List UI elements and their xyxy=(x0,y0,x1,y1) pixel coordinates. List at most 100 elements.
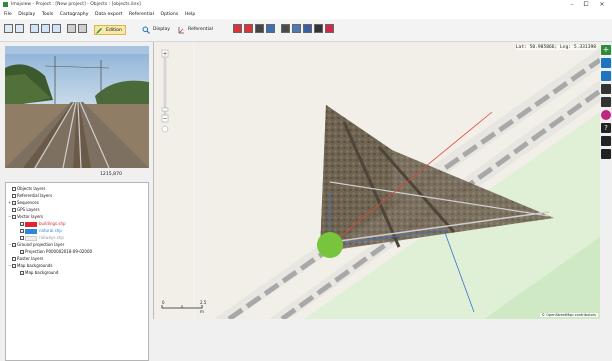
menu-referential[interactable]: Referential xyxy=(129,10,154,19)
grid-view-3-icon[interactable] xyxy=(52,24,61,33)
blue-panel-2-icon[interactable] xyxy=(303,24,312,33)
menu-data-export[interactable]: Data export xyxy=(95,10,122,19)
layer-objects[interactable]: Objects layers xyxy=(12,186,46,192)
pencil-icon[interactable] xyxy=(601,136,611,146)
panel-2-icon[interactable] xyxy=(78,24,87,33)
layer-referential[interactable]: Referential layers xyxy=(12,193,52,199)
layer-label: Referential layers xyxy=(17,193,53,198)
square-icon[interactable] xyxy=(601,149,611,159)
layer-label: Map backgrounds xyxy=(17,263,53,268)
layer-ground-projection[interactable]: −Ground projection layer xyxy=(8,242,64,248)
layer-railways[interactable]: railways.shp xyxy=(20,235,64,241)
window-title: Imajview - Project : [New project] - Obj… xyxy=(11,2,141,7)
layer-checkbox[interactable] xyxy=(12,243,16,247)
map-attribution[interactable]: © OpenStreetMap contributors xyxy=(539,313,598,317)
layer-checkbox[interactable] xyxy=(12,194,16,198)
menu-display[interactable]: Display xyxy=(18,10,35,19)
layer-map-background-item[interactable]: Map background xyxy=(20,270,58,276)
referential-mode-button[interactable]: Referential xyxy=(177,25,213,35)
layer-checkbox[interactable] xyxy=(12,257,16,261)
menu-cartography[interactable]: Cartography xyxy=(60,10,89,19)
layer-label: Objects layers xyxy=(17,186,46,191)
menu-tools[interactable]: Tools xyxy=(42,10,53,19)
layer-sequences[interactable]: +Sequences xyxy=(8,200,39,206)
layer-label: railways.shp xyxy=(39,235,64,240)
layer-projection-item[interactable]: Projection P000002018-09-02000 xyxy=(20,249,92,255)
layer-blue-icon[interactable] xyxy=(266,24,275,33)
close-button[interactable]: ✕ xyxy=(596,1,608,9)
layer-checkbox[interactable] xyxy=(20,229,24,233)
layer-label: Ground projection layer xyxy=(17,242,65,247)
layer-checkbox[interactable] xyxy=(12,201,16,205)
layer-label: Projection P000002018-09-02000 xyxy=(25,249,93,254)
layer-red-2-icon[interactable] xyxy=(244,24,253,33)
layout-split-icon[interactable] xyxy=(15,24,24,33)
dark-panel-icon[interactable] xyxy=(314,24,323,33)
menu-options[interactable]: Options xyxy=(160,10,178,19)
right-toolbar: + ? xyxy=(600,42,612,319)
export-icon[interactable] xyxy=(325,24,334,33)
layer-dark-icon[interactable] xyxy=(255,24,264,33)
edition-label: Edition xyxy=(106,28,122,33)
layer-map-backgrounds[interactable]: −Map backgrounds xyxy=(8,263,52,269)
layer-red-icon[interactable] xyxy=(233,24,242,33)
help-icon[interactable]: ? xyxy=(601,123,611,133)
layer-checkbox[interactable] xyxy=(12,208,16,212)
layer-vector[interactable]: −Vector layers xyxy=(8,214,43,220)
layer-buildings[interactable]: buildings.shp xyxy=(20,221,66,227)
anchor-icon[interactable] xyxy=(601,71,611,81)
referential-label: Referential xyxy=(188,27,213,32)
maximize-button[interactable]: ⧠ xyxy=(580,1,592,9)
monitor-icon[interactable] xyxy=(281,24,290,33)
minimize-button[interactable]: – xyxy=(566,1,578,9)
layer-label: GPS Layers xyxy=(17,207,40,212)
target-icon[interactable] xyxy=(601,110,611,120)
layer-checkbox[interactable] xyxy=(12,187,16,191)
layer-checkbox[interactable] xyxy=(20,250,24,254)
layer-raster[interactable]: Raster layers xyxy=(12,256,43,262)
app-icon xyxy=(3,2,8,7)
add-icon[interactable]: + xyxy=(601,45,611,55)
layer-natural[interactable]: natural.shp xyxy=(20,228,62,234)
title-bar: Imajview - Project : [New project] - Obj… xyxy=(0,0,612,10)
street-photo xyxy=(5,46,149,168)
map-view[interactable]: + − 0 2.5 m Lat: 50.985866; Lng: 5.33139… xyxy=(153,42,600,319)
toolbar: Edition Display Referential xyxy=(0,19,612,42)
pin-icon[interactable] xyxy=(601,58,611,68)
layer-gps[interactable]: GPS Layers xyxy=(12,207,40,213)
edition-mode-button[interactable]: Edition xyxy=(94,25,126,35)
layer-color-swatch xyxy=(25,228,37,234)
grid-view-icon[interactable] xyxy=(30,24,39,33)
display-mode-button[interactable]: Display xyxy=(142,25,170,35)
speaker-icon[interactable] xyxy=(601,97,611,107)
layer-checkbox[interactable] xyxy=(12,264,16,268)
zoom-slider-handle[interactable] xyxy=(161,107,169,112)
menu-help[interactable]: Help xyxy=(185,10,195,19)
grid-view-2-icon[interactable] xyxy=(41,24,50,33)
layer-checkbox[interactable] xyxy=(12,215,16,219)
layer-color-swatch xyxy=(25,221,37,227)
layers-tree: Objects layers Referential layers +Seque… xyxy=(5,182,149,361)
layer-color-swatch xyxy=(25,235,37,241)
layer-label: buildings.shp xyxy=(39,221,66,226)
scale-label-value: 2.5 xyxy=(200,300,207,305)
camera-icon[interactable] xyxy=(601,84,611,94)
home-icon[interactable] xyxy=(161,125,169,133)
layer-label: Sequences xyxy=(17,200,39,205)
photo-caption: 1215,870 xyxy=(100,172,122,177)
map-canvas[interactable]: + − 0 2.5 m xyxy=(154,42,600,319)
display-label: Display xyxy=(153,27,170,32)
blue-panel-icon[interactable] xyxy=(292,24,301,33)
zoom-in-label: + xyxy=(162,51,167,58)
layer-checkbox[interactable] xyxy=(20,236,24,240)
zoom-slider-track[interactable] xyxy=(163,56,167,116)
menu-file[interactable]: File xyxy=(4,10,12,19)
layout-icon[interactable] xyxy=(4,24,13,33)
menu-bar: File Display Tools Cartography Data expo… xyxy=(0,10,612,19)
layer-checkbox[interactable] xyxy=(20,222,24,226)
layer-checkbox[interactable] xyxy=(20,271,24,275)
layer-label: Map background xyxy=(25,270,59,275)
camera-position-marker[interactable] xyxy=(317,232,343,258)
railway-photo-image xyxy=(5,46,149,168)
panel-icon[interactable] xyxy=(67,24,76,33)
